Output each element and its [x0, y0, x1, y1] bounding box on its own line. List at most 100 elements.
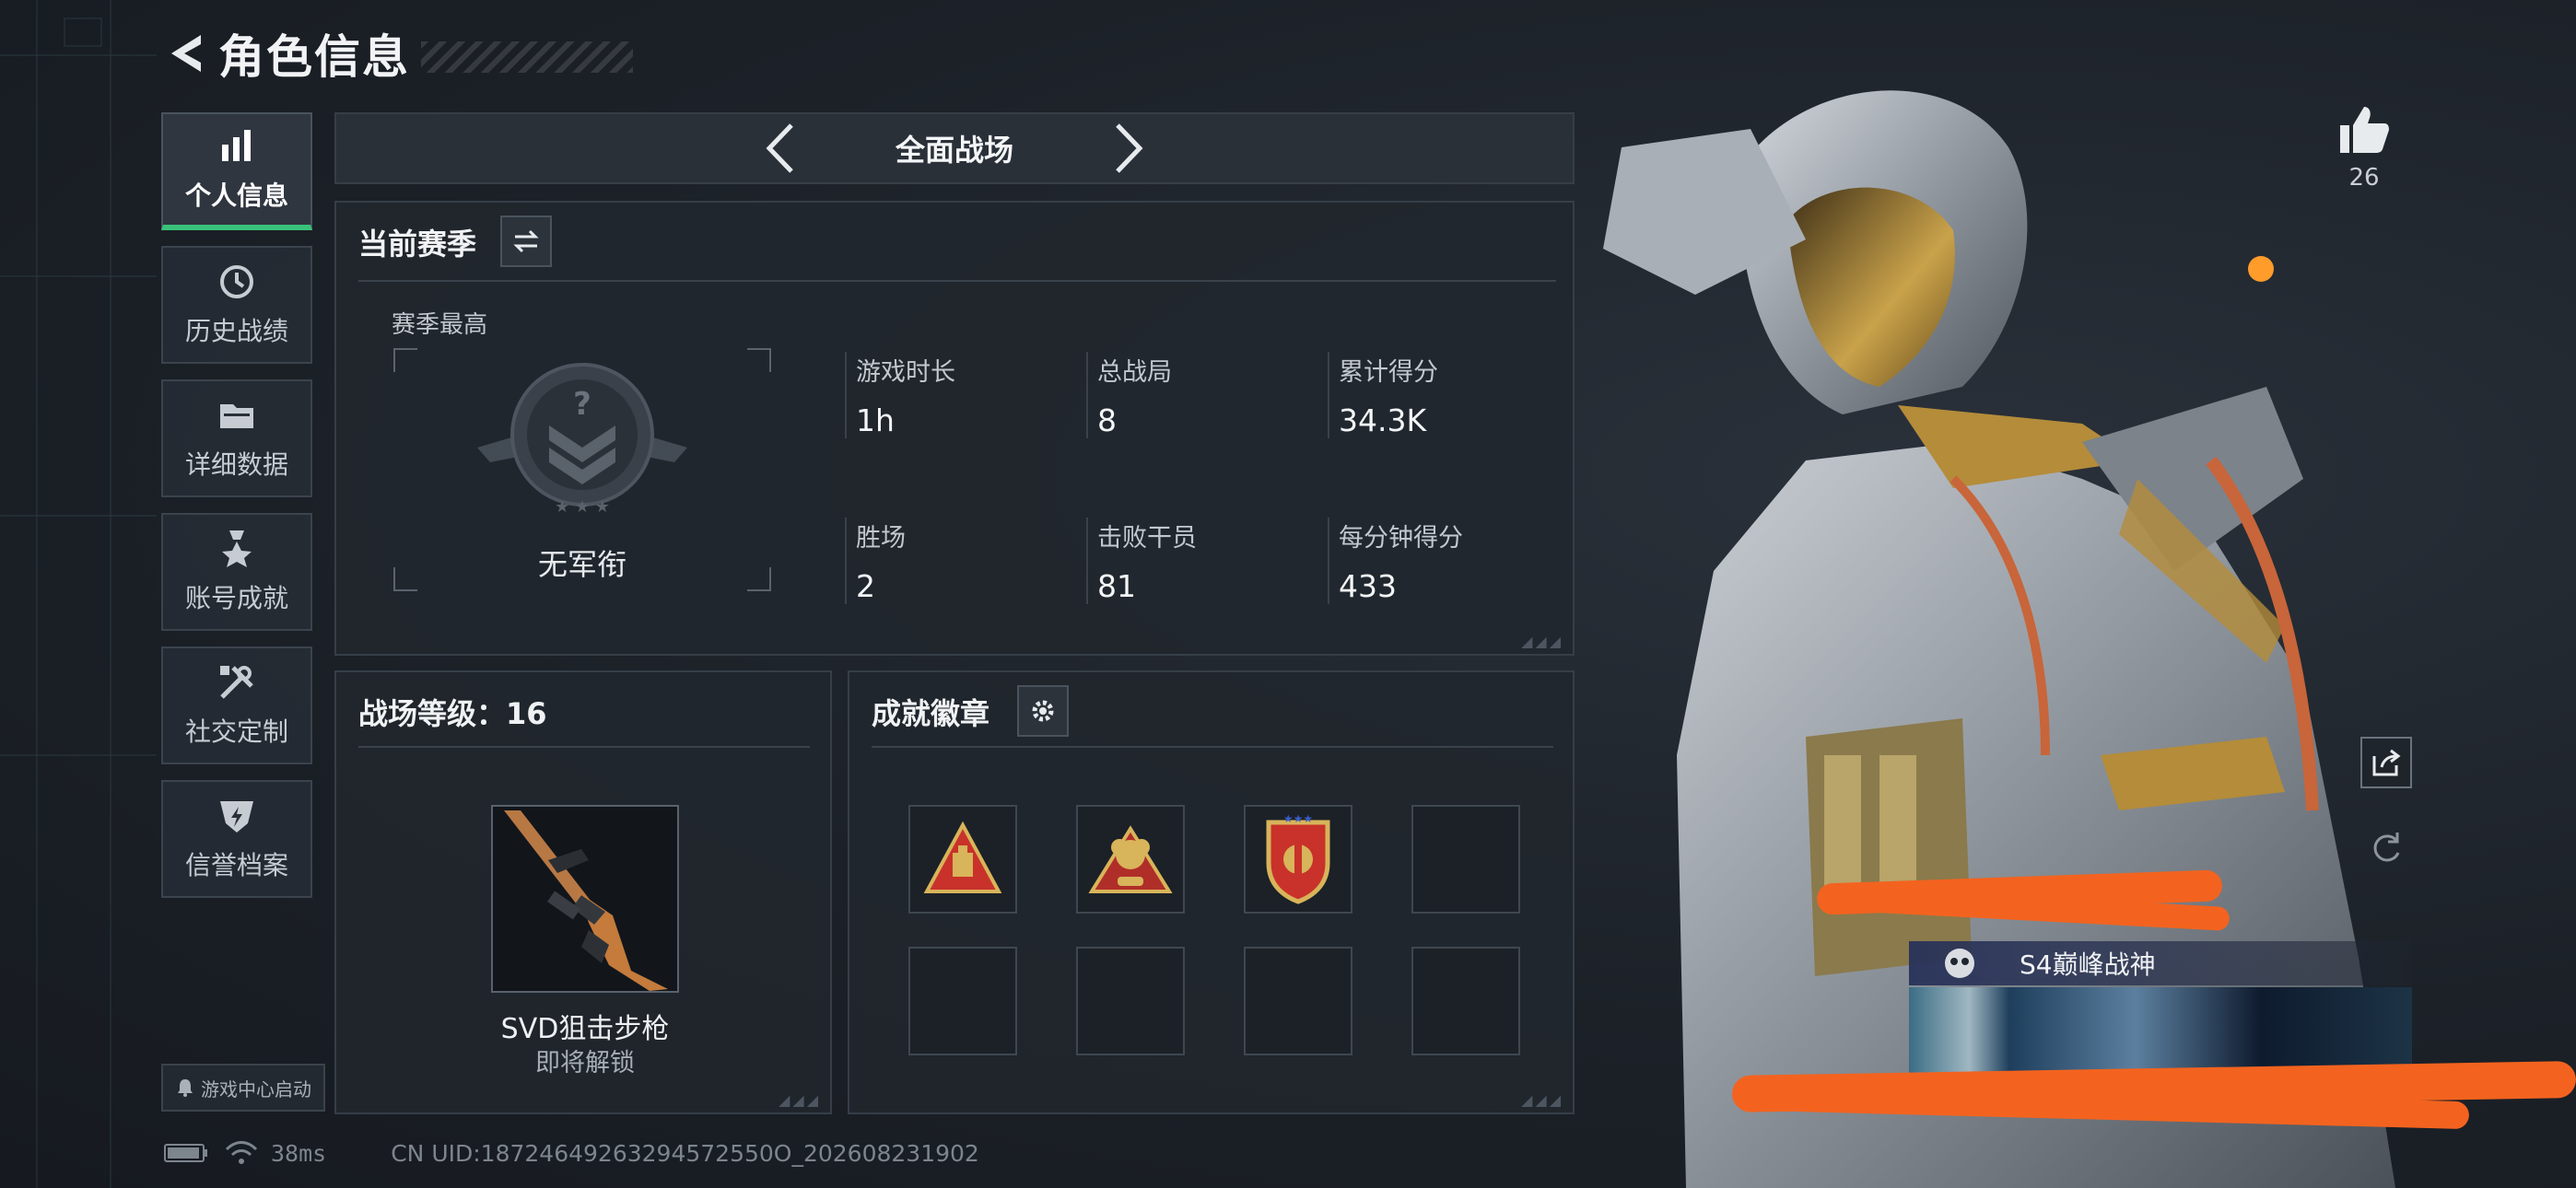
- stat-total-matches: 总战局 8: [1086, 352, 1307, 438]
- badge-slot-8[interactable]: [1411, 947, 1520, 1055]
- badges-title: 成就徽章: [872, 696, 990, 731]
- back-button[interactable]: [161, 26, 207, 81]
- achievement-badges-panel: 成就徽章 ★★★ ◢◢◢: [848, 670, 1575, 1114]
- sidebar-item-details[interactable]: 详细数据: [161, 379, 312, 497]
- battlefield-level-panel: 战场等级：16 SVD狙击步枪 即将解锁 ◢◢◢: [334, 670, 832, 1114]
- stat-total-score: 累计得分 34.3K: [1328, 352, 1549, 438]
- level-divider: [358, 746, 810, 748]
- refresh-icon: [2373, 833, 2400, 862]
- mode-selector: 全面战场: [334, 112, 1575, 184]
- game-center-label: 游戏中心启动: [201, 1077, 311, 1101]
- season-switch-button[interactable]: [500, 215, 552, 267]
- sidebar: 个人信息 历史战绩 详细数据 账号成就 社交定制 信誉档案: [161, 112, 312, 914]
- badge-slot-2[interactable]: [1076, 805, 1185, 914]
- sidebar-item-social[interactable]: 社交定制: [161, 646, 312, 764]
- title-decoration: [421, 41, 633, 73]
- season-divider: [358, 280, 1556, 282]
- skull-emblem-icon: [1945, 949, 1974, 978]
- badges-divider: [872, 746, 1553, 748]
- badge-slot-1[interactable]: [908, 805, 1017, 914]
- sidebar-item-profile[interactable]: 个人信息: [161, 112, 312, 230]
- corner-decoration: ◢◢◢: [1521, 633, 1563, 650]
- mode-prev-button[interactable]: [752, 116, 807, 181]
- game-center-launch-button[interactable]: 游戏中心启动: [161, 1064, 325, 1112]
- mode-next-button[interactable]: [1102, 116, 1157, 181]
- stat-label: 胜场: [856, 524, 906, 553]
- badge-settings-button[interactable]: [1017, 685, 1069, 737]
- svg-text:★ ★ ★: ★ ★ ★: [555, 497, 610, 517]
- grid-decoration: [0, 0, 157, 1188]
- svg-text:★★★: ★★★: [1283, 813, 1313, 825]
- badge-slot-3[interactable]: ★★★: [1244, 805, 1352, 914]
- bracket-corner: [393, 348, 417, 372]
- back-arrow-icon: [171, 35, 201, 72]
- tools-icon: [220, 666, 253, 699]
- history-icon: [220, 265, 253, 298]
- sidebar-item-achievements[interactable]: 账号成就: [161, 513, 312, 631]
- corner-decoration: ◢◢◢: [1521, 1091, 1563, 1109]
- game-screen: 角色信息 个人信息 历史战绩 详细数据 账号成就 社交定制 信誉档案 游戏中心启…: [0, 0, 2576, 1188]
- sidebar-item-label: 个人信息: [184, 181, 288, 211]
- swap-icon: [513, 229, 539, 253]
- page-title: 角色信息: [218, 30, 410, 84]
- stat-label: 击败干员: [1097, 524, 1197, 553]
- rank-display: ? ★ ★ ★ 无军衔: [393, 348, 771, 591]
- stat-value: 81: [1097, 568, 1136, 604]
- thumbs-up-icon: [2340, 107, 2389, 153]
- rank-name: 无军衔: [537, 547, 626, 582]
- stat-score-per-minute: 每分钟得分 433: [1328, 518, 1549, 604]
- stat-wins: 胜场 2: [845, 518, 1066, 604]
- badge-slot-5[interactable]: [908, 947, 1017, 1055]
- gear-icon: [1032, 700, 1054, 722]
- chevron-right-icon: [1116, 123, 1143, 173]
- stat-label: 总战局: [1097, 358, 1172, 387]
- stat-value: 8: [1097, 402, 1117, 438]
- like-count: 26: [2348, 164, 2380, 192]
- bracket-corner: [747, 348, 771, 372]
- sniper-rifle-icon: [504, 810, 668, 991]
- stat-kills: 击败干员 81: [1086, 518, 1307, 604]
- chevron-left-icon: [766, 123, 793, 173]
- sidebar-item-label: 账号成就: [184, 583, 288, 613]
- corner-decoration: ◢◢◢: [779, 1091, 821, 1109]
- user-uid: CN UID:18724649263294572550O_20260823190…: [391, 1139, 979, 1167]
- sidebar-item-history[interactable]: 历史战绩: [161, 246, 312, 364]
- medal-icon: [222, 530, 252, 567]
- banner-title-row: S4巅峰战神: [1909, 941, 2412, 985]
- stat-label: 每分钟得分: [1339, 524, 1463, 553]
- stat-value: 2: [856, 568, 875, 604]
- level-title: 战场等级：16: [358, 696, 547, 731]
- sidebar-item-label: 详细数据: [184, 449, 288, 480]
- stat-value: 433: [1339, 568, 1397, 604]
- sidebar-item-label: 社交定制: [184, 716, 288, 747]
- badge-slot-4[interactable]: [1411, 805, 1520, 914]
- season-best-label: 赛季最高: [392, 311, 488, 339]
- status-bar: 38ms CN UID:18724649263294572550O_202608…: [164, 1138, 979, 1168]
- badge-slot-6[interactable]: [1076, 947, 1185, 1055]
- sidebar-item-label: 历史战绩: [184, 316, 288, 346]
- bell-icon: [178, 1079, 193, 1097]
- page-header: 角色信息: [161, 24, 633, 84]
- stat-play-time: 游戏时长 1h: [845, 352, 1066, 438]
- weapon-unlock-status: 即将解锁: [535, 1049, 635, 1077]
- season-title: 当前赛季: [358, 227, 477, 262]
- stat-value: 34.3K: [1339, 402, 1427, 438]
- sidebar-item-reputation[interactable]: 信誉档案: [161, 780, 312, 898]
- ping-value: 38ms: [271, 1139, 327, 1167]
- rank-emblem-icon: ? ★ ★ ★: [477, 363, 687, 517]
- weapon-name: SVD狙击步枪: [500, 1013, 670, 1045]
- explosion-badge-icon: [1088, 825, 1173, 893]
- stat-label: 游戏时长: [856, 358, 955, 387]
- share-button[interactable]: [2360, 737, 2412, 788]
- bar-chart-icon: [222, 130, 251, 161]
- share-icon: [2372, 749, 2401, 776]
- triangle-badge-icon: [923, 821, 1002, 893]
- badge-slot-7[interactable]: [1244, 947, 1352, 1055]
- stat-value: 1h: [856, 402, 895, 438]
- wifi-icon: [225, 1141, 258, 1164]
- like-button[interactable]: 26: [2336, 103, 2392, 192]
- shield-icon: [220, 801, 253, 833]
- rotate-button[interactable]: [2360, 821, 2412, 873]
- sidebar-item-label: 信誉档案: [184, 850, 288, 880]
- weapon-preview[interactable]: [491, 805, 679, 993]
